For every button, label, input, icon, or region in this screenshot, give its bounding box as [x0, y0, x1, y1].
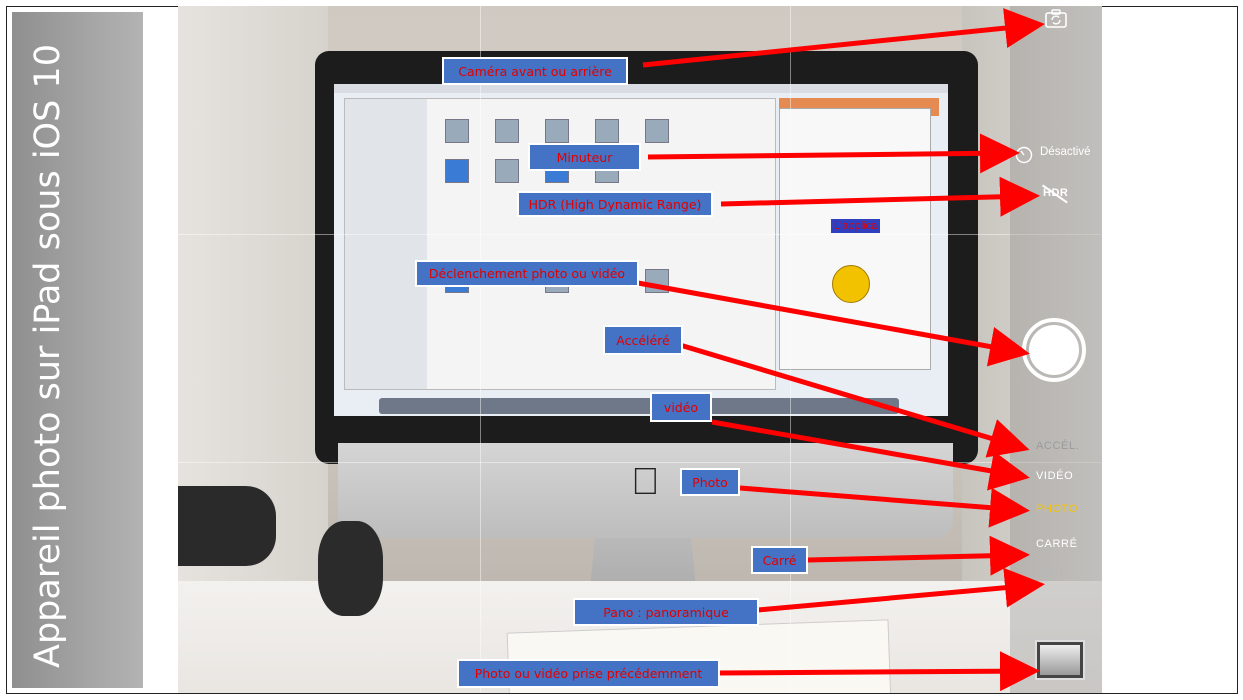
arrow-pano	[757, 567, 1045, 613]
label-shutter: Déclenchement photo ou vidéo	[415, 260, 639, 287]
arrow-shutter	[637, 280, 1030, 367]
label-photo: Photo	[680, 468, 740, 496]
arrow-last-capture	[717, 651, 1040, 692]
label-hdr: HDR (High Dynamic Range)	[517, 191, 713, 217]
arrow-video	[711, 419, 1030, 491]
label-last-capture: Photo ou vidéo prise précédemment	[457, 659, 720, 688]
arrow-camera-switch	[642, 8, 1045, 68]
label-timer: Minuteur	[528, 143, 641, 171]
label-video: vidéo	[650, 392, 712, 422]
arrow-photo	[739, 485, 1030, 528]
arrow-timer	[647, 133, 1020, 174]
arrow-square	[807, 535, 1030, 576]
arrow-hdr	[720, 176, 1040, 217]
label-square: Carré	[751, 546, 808, 574]
label-camera-switch: Caméra avant ou arrière	[442, 57, 628, 85]
label-timelapse: Accéléré	[603, 325, 683, 355]
arrow-timelapse	[679, 342, 1030, 458]
label-pano: Pano : panoramique	[573, 598, 759, 626]
